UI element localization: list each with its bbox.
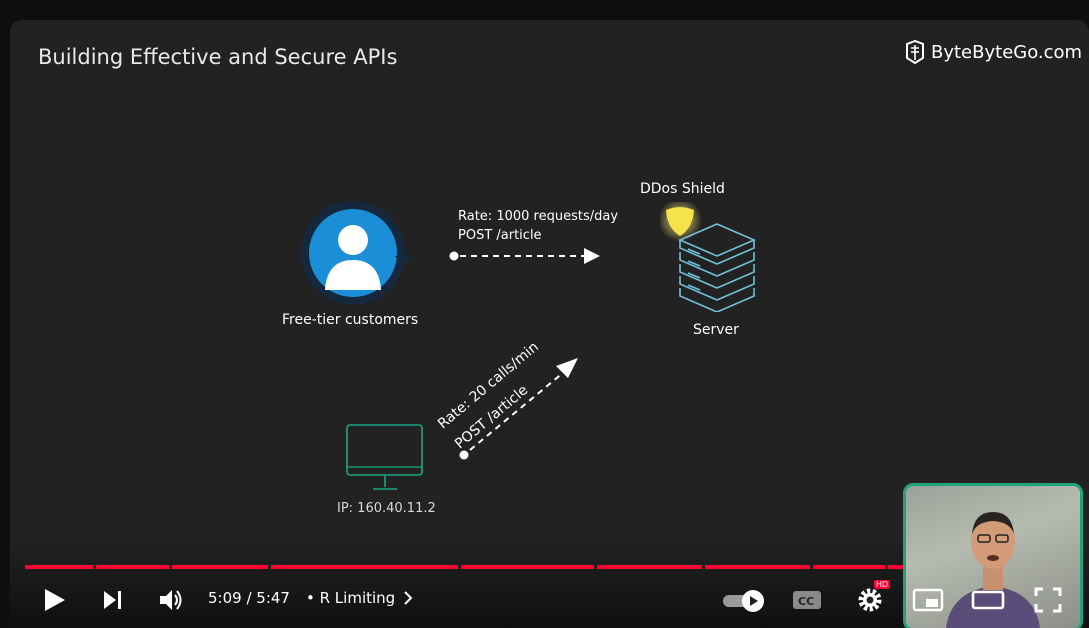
play-icon (45, 589, 65, 611)
chapter-button[interactable]: • R Limiting (306, 589, 413, 607)
captions-icon: CC (793, 591, 821, 609)
brand-text: ByteByteGo.com (931, 41, 1083, 63)
captions-button[interactable]: CC (790, 585, 824, 615)
shield-label: DDos Shield (640, 181, 725, 197)
chapter-segment[interactable] (172, 565, 268, 569)
chapter-segment[interactable] (597, 565, 702, 569)
fullscreen-button[interactable] (1030, 585, 1066, 615)
ip-label: IP: 160.40.11.2 (337, 501, 436, 516)
skip-next-icon (104, 591, 121, 609)
miniplayer-icon (912, 588, 944, 612)
volume-button[interactable] (155, 585, 187, 615)
server-label: Server (693, 322, 739, 338)
time-display: 5:09 / 5:47 (208, 589, 290, 607)
next-button[interactable] (96, 585, 128, 615)
slide-title: Building Effective and Secure APIs (38, 45, 398, 69)
rate-top-line1: Rate: 1000 requests/day (458, 209, 619, 224)
chevron-right-icon (404, 591, 413, 605)
chapter-segment[interactable] (705, 565, 810, 569)
rate-top-line2: POST /article (458, 228, 542, 243)
video-frame[interactable]: Building Effective and Secure APIs ByteB… (10, 20, 1089, 628)
server-icon (660, 202, 757, 312)
miniplayer-button[interactable] (910, 585, 946, 615)
request-arrow-top (449, 248, 600, 264)
chapter-segment[interactable] (813, 565, 885, 569)
brand-logo: ByteByteGo.com (905, 40, 1082, 64)
volume-icon (160, 590, 182, 610)
theater-mode-button[interactable] (968, 585, 1008, 615)
request-arrow-diagonal (459, 358, 578, 460)
chapter-title: • R Limiting (306, 589, 396, 607)
bytebytego-logo-icon (906, 40, 924, 64)
fullscreen-icon (1034, 587, 1062, 613)
settings-button[interactable]: HD (850, 580, 891, 615)
customer-label: Free-tier customers (282, 312, 419, 328)
monitor-icon (346, 424, 423, 490)
chapter-segment[interactable] (461, 565, 594, 569)
customer-avatar-icon (301, 201, 413, 305)
chapter-segment[interactable] (25, 565, 93, 569)
svg-text:CC: CC (798, 595, 814, 608)
theater-mode-icon (971, 590, 1005, 610)
hd-badge: HD (874, 580, 891, 589)
chapter-segment[interactable] (271, 565, 458, 569)
chapter-segment[interactable] (96, 565, 169, 569)
autoplay-toggle-icon (723, 590, 764, 612)
autoplay-toggle[interactable] (720, 585, 768, 615)
play-button[interactable] (38, 585, 70, 615)
